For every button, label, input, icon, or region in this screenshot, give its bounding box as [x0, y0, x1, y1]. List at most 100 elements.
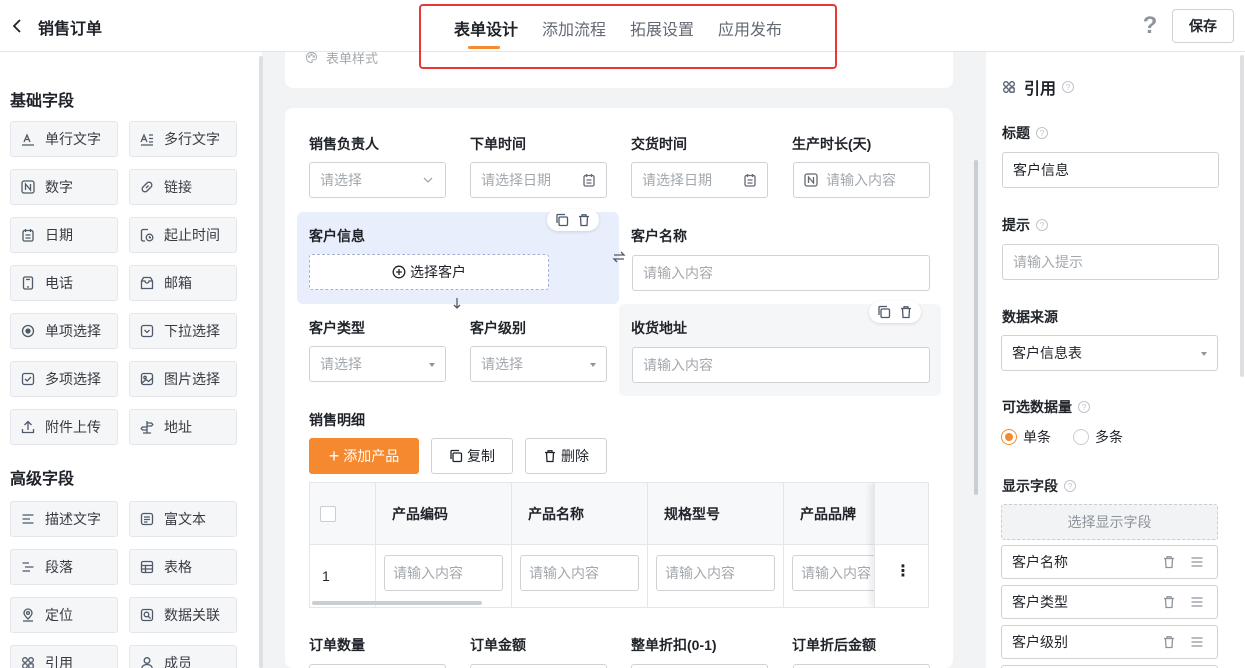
product-code-input[interactable]: 请输入内容 — [384, 555, 503, 591]
text-multi-icon — [140, 132, 154, 146]
field-single-select[interactable]: 单项选择 — [10, 313, 118, 349]
field-dropdown[interactable]: 下拉选择 — [129, 313, 237, 349]
add-product-button[interactable]: + 添加产品 — [309, 438, 419, 474]
paragraph-icon — [21, 560, 35, 574]
field-time-range[interactable]: 起止时间 — [129, 217, 237, 253]
delivery-time-picker[interactable]: 请选择日期 — [631, 162, 768, 198]
field-multi-select[interactable]: 多项选择 — [10, 361, 118, 397]
more-actions-icon[interactable]: ⋮ — [895, 561, 911, 581]
help-circle-icon[interactable]: ? — [1064, 480, 1076, 492]
product-name-input[interactable]: 请输入内容 — [520, 555, 639, 591]
field-member[interactable]: 成员 — [129, 645, 237, 668]
discounted-amount-input[interactable] — [793, 664, 930, 668]
product-brand-input[interactable]: 请输入内容 — [792, 555, 882, 591]
hint-input[interactable]: 请输入提示 — [1002, 244, 1219, 280]
label-delivery-time: 交货时间 — [631, 136, 687, 152]
help-circle-icon[interactable]: ? — [1036, 127, 1048, 139]
text-line-icon — [21, 132, 35, 146]
help-circle-icon[interactable]: ? — [1078, 401, 1090, 413]
customer-name-input[interactable]: 请输入内容 — [632, 255, 930, 291]
radio-single[interactable]: 单条 — [1001, 427, 1051, 447]
arrow-down-icon[interactable] — [450, 296, 464, 310]
number-icon — [21, 180, 35, 194]
label-customer-info: 客户信息 — [309, 228, 365, 244]
copy-row-button[interactable]: 复制 — [431, 438, 513, 474]
field-address[interactable]: 地址 — [129, 409, 237, 445]
canvas-scrollbar[interactable] — [974, 160, 978, 495]
display-fields-label: 显示字段 ? — [1002, 476, 1076, 496]
swap-icon[interactable] — [611, 249, 627, 265]
drag-handle-icon[interactable] — [1190, 555, 1204, 569]
label-order-time: 下单时间 — [470, 136, 526, 152]
order-time-picker[interactable]: 请选择日期 — [470, 162, 607, 198]
tabs-highlight-box — [419, 4, 837, 69]
help-icon[interactable]: ? — [1139, 13, 1161, 39]
radio-unchecked-icon — [1073, 429, 1089, 445]
field-location[interactable]: 定位 — [10, 597, 118, 633]
field-description[interactable]: 描述文字 — [10, 501, 118, 537]
field-table[interactable]: 表格 — [129, 549, 237, 585]
production-days-input[interactable]: 请输入内容 — [793, 162, 930, 198]
trash-icon — [545, 450, 555, 463]
field-multi-text[interactable]: 多行文字 — [129, 121, 237, 157]
field-rich-text[interactable]: 富文本 — [129, 501, 237, 537]
trash-icon[interactable] — [577, 213, 591, 227]
back-icon[interactable] — [8, 14, 28, 38]
copy-icon[interactable] — [877, 305, 891, 319]
data-source-select[interactable]: 客户信息表 — [1001, 335, 1218, 371]
label-order-amount: 订单金额 — [470, 637, 526, 653]
field-link[interactable]: 链接 — [129, 169, 237, 205]
copy-icon[interactable] — [555, 213, 569, 227]
sales-detail-table: 产品编码 产品名称 规格型号 产品品牌 1 请输入内容 请输入内容 请输入内容 … — [309, 482, 929, 608]
trash-icon[interactable] — [1162, 635, 1176, 649]
help-circle-icon[interactable]: ? — [1036, 219, 1048, 231]
title-input[interactable]: 客户信息 — [1002, 152, 1219, 188]
header-checkbox-cell — [310, 483, 376, 545]
field-mail[interactable]: 邮箱 — [129, 265, 237, 301]
select-display-fields-button[interactable]: 选择显示字段 — [1001, 504, 1218, 540]
field-date[interactable]: 日期 — [10, 217, 118, 253]
table-horizontal-scrollbar[interactable] — [312, 601, 482, 605]
customer-level-select[interactable]: 请选择 — [470, 346, 607, 382]
field-phone[interactable]: 电话 — [10, 265, 118, 301]
save-button[interactable]: 保存 — [1172, 9, 1234, 43]
dropdown-icon — [140, 324, 154, 338]
field-paragraph[interactable]: 段落 — [10, 549, 118, 585]
active-tab-indicator — [468, 46, 500, 49]
discount-input[interactable] — [631, 664, 768, 668]
field-toolbar — [869, 301, 921, 323]
field-image-select[interactable]: 图片选择 — [129, 361, 237, 397]
field-data-link[interactable]: 数据关联 — [129, 597, 237, 633]
trash-icon[interactable] — [1162, 555, 1176, 569]
select-customer-button[interactable]: 选择客户 — [309, 254, 549, 290]
select-all-checkbox[interactable] — [320, 506, 336, 522]
trash-icon[interactable] — [899, 305, 913, 319]
radio-multiple[interactable]: 多条 — [1073, 427, 1123, 447]
delete-row-button[interactable]: 删除 — [525, 438, 607, 474]
trash-icon[interactable] — [1162, 595, 1176, 609]
plus-icon: + — [328, 446, 340, 466]
description-icon — [21, 512, 35, 526]
field-number[interactable]: 数字 — [10, 169, 118, 205]
order-amount-input[interactable] — [470, 664, 607, 668]
palette-scrollbar[interactable] — [259, 56, 263, 668]
caret-down-icon — [429, 363, 435, 367]
field-reference[interactable]: 引用 — [10, 645, 118, 668]
hint-label: 提示 ? — [1002, 215, 1048, 235]
spec-model-input[interactable]: 请输入内容 — [656, 555, 775, 591]
sales-owner-select[interactable]: 请选择 — [309, 162, 446, 198]
data-source-label: 数据来源 — [1002, 309, 1058, 325]
drag-handle-icon[interactable] — [1190, 635, 1204, 649]
drag-handle-icon[interactable] — [1190, 595, 1204, 609]
field-attachment[interactable]: 附件上传 — [10, 409, 118, 445]
help-circle-icon[interactable]: ? — [1062, 81, 1075, 93]
field-single-text[interactable]: 单行文字 — [10, 121, 118, 157]
label-order-quantity: 订单数量 — [309, 637, 365, 653]
address-input[interactable]: 请输入内容 — [632, 347, 930, 383]
palette-icon — [306, 51, 318, 64]
properties-scrollbar[interactable] — [1240, 55, 1244, 377]
label-customer-level: 客户级别 — [470, 320, 526, 336]
order-quantity-input[interactable] — [309, 664, 446, 668]
time-range-icon — [140, 228, 154, 242]
customer-type-select[interactable]: 请选择 — [309, 346, 446, 382]
